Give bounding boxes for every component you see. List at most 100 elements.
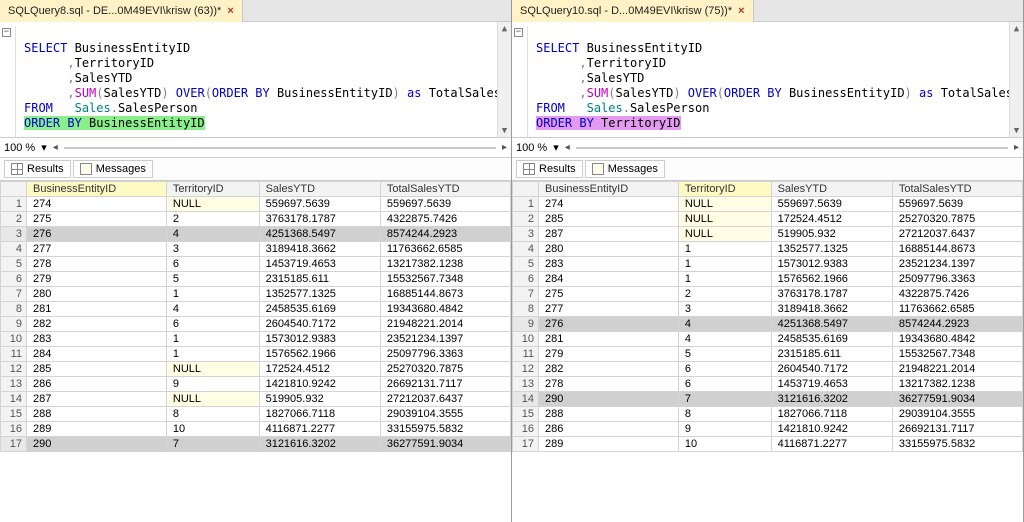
chevron-right-icon[interactable]: ▸: [1014, 142, 1019, 153]
cell[interactable]: 290: [27, 437, 167, 452]
cell[interactable]: 3121616.3202: [771, 392, 892, 407]
cell[interactable]: 2: [678, 287, 771, 302]
cell[interactable]: 36277591.9034: [380, 437, 510, 452]
table-row[interactable]: 427733189418.366211763662.6585: [1, 242, 511, 257]
cell[interactable]: 21948221.2014: [892, 362, 1022, 377]
cell[interactable]: 277: [27, 242, 167, 257]
cell[interactable]: 279: [539, 347, 679, 362]
cell[interactable]: 288: [539, 407, 679, 422]
cell[interactable]: 1421810.9242: [771, 422, 892, 437]
table-row[interactable]: 1228262604540.717221948221.2014: [513, 362, 1023, 377]
cell[interactable]: 6: [166, 257, 259, 272]
cell[interactable]: 23521234.1397: [380, 332, 510, 347]
zoom-bar[interactable]: 100 %▾ ◂ ▸: [512, 138, 1023, 158]
cell[interactable]: 7: [166, 437, 259, 452]
cell[interactable]: 4322875.7426: [380, 212, 510, 227]
table-row[interactable]: 1528881827066.711829039104.3555: [513, 407, 1023, 422]
cell[interactable]: 275: [27, 212, 167, 227]
cell[interactable]: 274: [539, 197, 679, 212]
cell[interactable]: 23521234.1397: [892, 257, 1022, 272]
table-row[interactable]: 728011352577.132516885144.8673: [1, 287, 511, 302]
cell[interactable]: NULL: [166, 197, 259, 212]
cell[interactable]: 19343680.4842: [380, 302, 510, 317]
cell[interactable]: NULL: [678, 227, 771, 242]
table-row[interactable]: 1729073121616.320236277591.9034: [1, 437, 511, 452]
cell[interactable]: 4: [166, 227, 259, 242]
cell[interactable]: 19343680.4842: [892, 332, 1022, 347]
cell[interactable]: 33155975.5832: [380, 422, 510, 437]
table-row[interactable]: 227523763178.17874322875.7426: [1, 212, 511, 227]
cell[interactable]: NULL: [678, 197, 771, 212]
results-grid[interactable]: BusinessEntityIDTerritoryIDSalesYTDTotal…: [512, 181, 1023, 452]
cell[interactable]: 1: [166, 287, 259, 302]
cell[interactable]: 4: [678, 332, 771, 347]
cell[interactable]: 288: [27, 407, 167, 422]
table-row[interactable]: 3287NULL519905.93227212037.6437: [513, 227, 1023, 242]
cell[interactable]: 16885144.8673: [380, 287, 510, 302]
cell[interactable]: 25270320.7875: [380, 362, 510, 377]
cell[interactable]: 25097796.3363: [892, 272, 1022, 287]
zoom-track[interactable]: [64, 141, 496, 155]
cell[interactable]: 9: [678, 422, 771, 437]
cell[interactable]: 275: [539, 287, 679, 302]
cell[interactable]: 1573012.9383: [259, 332, 380, 347]
cell[interactable]: 287: [27, 392, 167, 407]
cell[interactable]: 8574244.2923: [380, 227, 510, 242]
cell[interactable]: 15532567.7348: [380, 272, 510, 287]
cell[interactable]: 1453719.4653: [259, 257, 380, 272]
cell[interactable]: 4: [678, 317, 771, 332]
cell[interactable]: 3: [678, 302, 771, 317]
cell[interactable]: 27212037.6437: [892, 227, 1022, 242]
chevron-left-icon[interactable]: ◂: [565, 142, 570, 153]
zoom-track[interactable]: [576, 141, 1008, 155]
column-header[interactable]: TotalSalesYTD: [892, 182, 1022, 197]
cell[interactable]: 284: [27, 347, 167, 362]
table-row[interactable]: 14287NULL519905.93227212037.6437: [1, 392, 511, 407]
cell[interactable]: 283: [539, 257, 679, 272]
tab-results[interactable]: Results: [4, 160, 71, 178]
tab-results[interactable]: Results: [516, 160, 583, 178]
cell[interactable]: 286: [539, 422, 679, 437]
cell[interactable]: 16885144.8673: [892, 242, 1022, 257]
table-row[interactable]: 927644251368.54978574244.2923: [513, 317, 1023, 332]
cell[interactable]: 36277591.9034: [892, 392, 1022, 407]
table-row[interactable]: 1328691421810.924226692131.7117: [1, 377, 511, 392]
file-tab[interactable]: SQLQuery8.sql - DE...0M49EVI\krisw (63))…: [0, 0, 243, 22]
cell[interactable]: 1576562.1966: [771, 272, 892, 287]
minus-icon[interactable]: −: [2, 28, 11, 37]
cell[interactable]: 286: [27, 377, 167, 392]
cell[interactable]: 3: [166, 242, 259, 257]
cell[interactable]: 274: [27, 197, 167, 212]
cell[interactable]: 5: [166, 272, 259, 287]
table-row[interactable]: 1327861453719.465313217382.1238: [513, 377, 1023, 392]
column-header[interactable]: TotalSalesYTD: [380, 182, 510, 197]
cell[interactable]: 285: [539, 212, 679, 227]
cell[interactable]: 10: [678, 437, 771, 452]
cell[interactable]: 1576562.1966: [259, 347, 380, 362]
cell[interactable]: 1: [678, 242, 771, 257]
cell[interactable]: 7: [678, 392, 771, 407]
cell[interactable]: 4322875.7426: [892, 287, 1022, 302]
cell[interactable]: 282: [27, 317, 167, 332]
cell[interactable]: 6: [678, 362, 771, 377]
cell[interactable]: 13217382.1238: [380, 257, 510, 272]
file-tab[interactable]: SQLQuery10.sql - D...0M49EVI\krisw (75))…: [512, 0, 754, 22]
table-row[interactable]: 1128411576562.196625097796.3363: [1, 347, 511, 362]
table-row[interactable]: 928262604540.717221948221.2014: [1, 317, 511, 332]
tab-messages[interactable]: Messages: [585, 160, 665, 178]
cell[interactable]: 559697.5639: [771, 197, 892, 212]
cell[interactable]: NULL: [166, 362, 259, 377]
table-row[interactable]: 428011352577.132516885144.8673: [513, 242, 1023, 257]
vertical-scrollbar[interactable]: ▲▼: [1009, 22, 1023, 138]
cell[interactable]: 3763178.1787: [259, 212, 380, 227]
cell[interactable]: 283: [27, 332, 167, 347]
cell[interactable]: 1352577.1325: [771, 242, 892, 257]
cell[interactable]: 25270320.7875: [892, 212, 1022, 227]
table-row[interactable]: 1528881827066.711829039104.3555: [1, 407, 511, 422]
cell[interactable]: 281: [539, 332, 679, 347]
cell[interactable]: 172524.4512: [259, 362, 380, 377]
close-icon[interactable]: ×: [227, 5, 233, 17]
cell[interactable]: 26692131.7117: [380, 377, 510, 392]
cell[interactable]: 284: [539, 272, 679, 287]
table-row[interactable]: 327644251368.54978574244.2923: [1, 227, 511, 242]
